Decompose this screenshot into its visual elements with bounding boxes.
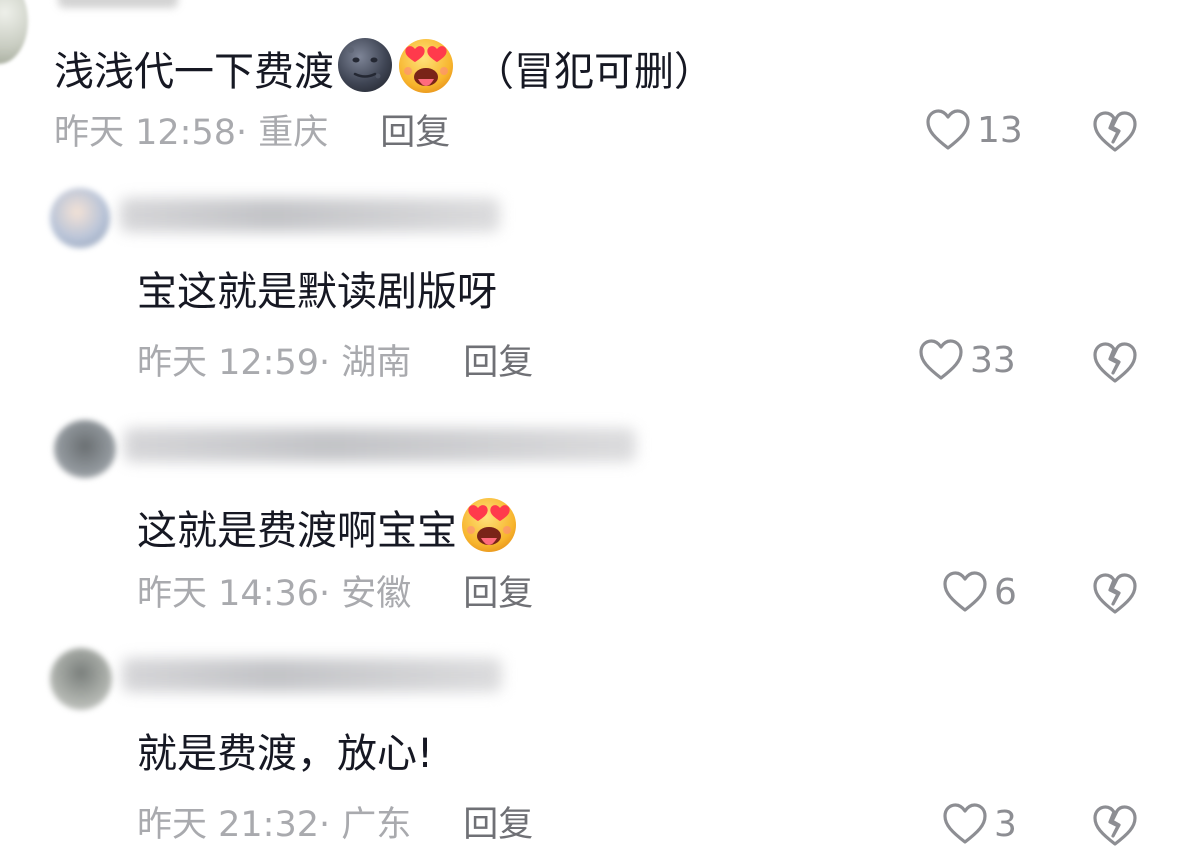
comment-text: 宝这就是默读剧版呀	[137, 266, 497, 318]
timestamp-location: 昨天 14:36· 安徽	[137, 574, 412, 614]
reply-button[interactable]: 回复	[380, 113, 450, 153]
comment-body: 浅浅代一下费渡	[54, 48, 334, 95]
username-blurred	[124, 428, 636, 462]
comment-meta: 昨天 14:36· 安徽 回复	[137, 572, 533, 616]
username-blurred	[58, 0, 178, 8]
like-count: 33	[970, 339, 1016, 381]
comment-body: 就是费渡，放心!	[137, 731, 434, 777]
like-count: 6	[994, 571, 1017, 613]
like-count: 3	[994, 803, 1017, 845]
comment-body: 宝这就是默读剧版呀	[137, 269, 497, 315]
timestamp-location: 昨天 12:59· 湖南	[137, 343, 412, 383]
avatar[interactable]	[0, 0, 28, 64]
timestamp-location: 昨天 21:32· 广东	[137, 805, 412, 845]
reply-button[interactable]: 回复	[463, 343, 533, 383]
like-button[interactable]: 33	[918, 338, 1016, 382]
heart-outline-icon	[926, 109, 970, 150]
comment-meta: 昨天 12:59· 湖南 回复	[137, 341, 533, 385]
username-blurred	[122, 658, 502, 692]
broken-heart-icon	[1093, 342, 1137, 383]
new-moon-face-emoji-icon	[336, 36, 394, 107]
like-button[interactable]: 13	[925, 108, 1023, 152]
dislike-button[interactable]	[1092, 110, 1138, 154]
comment-meta: 昨天 12:58· 重庆 回复	[54, 111, 450, 155]
like-button[interactable]: 3	[942, 802, 1017, 846]
heart-outline-icon	[943, 571, 987, 612]
broken-heart-icon	[1093, 573, 1137, 614]
heart-eyes-tongue-emoji-icon	[396, 35, 456, 108]
dislike-button[interactable]	[1092, 341, 1138, 385]
like-count: 13	[977, 109, 1023, 151]
comment-suffix: （冒犯可删）	[474, 48, 714, 95]
username-blurred	[120, 198, 500, 232]
avatar[interactable]	[50, 188, 110, 248]
dislike-button[interactable]	[1092, 572, 1138, 616]
comment-text: 就是费渡，放心!	[137, 728, 433, 780]
reply-button[interactable]: 回复	[463, 805, 533, 845]
broken-heart-icon	[1093, 805, 1137, 846]
avatar[interactable]	[50, 648, 112, 710]
reply-button[interactable]: 回复	[463, 574, 533, 614]
like-button[interactable]: 6	[942, 570, 1017, 614]
timestamp-location: 昨天 12:58· 重庆	[54, 113, 329, 153]
heart-eyes-tongue-emoji-icon	[459, 494, 519, 567]
dislike-button[interactable]	[1092, 804, 1138, 848]
comment-text: 这就是费渡啊宝宝	[137, 494, 519, 567]
heart-outline-icon	[943, 803, 987, 844]
comment-meta: 昨天 21:32· 广东 回复	[137, 803, 533, 847]
comment-text: 浅浅代一下费渡 （冒犯可删）	[54, 35, 714, 108]
comment-body: 这就是费渡啊宝宝	[137, 507, 457, 554]
broken-heart-icon	[1093, 111, 1137, 152]
avatar[interactable]	[54, 420, 116, 478]
heart-outline-icon	[919, 339, 963, 380]
